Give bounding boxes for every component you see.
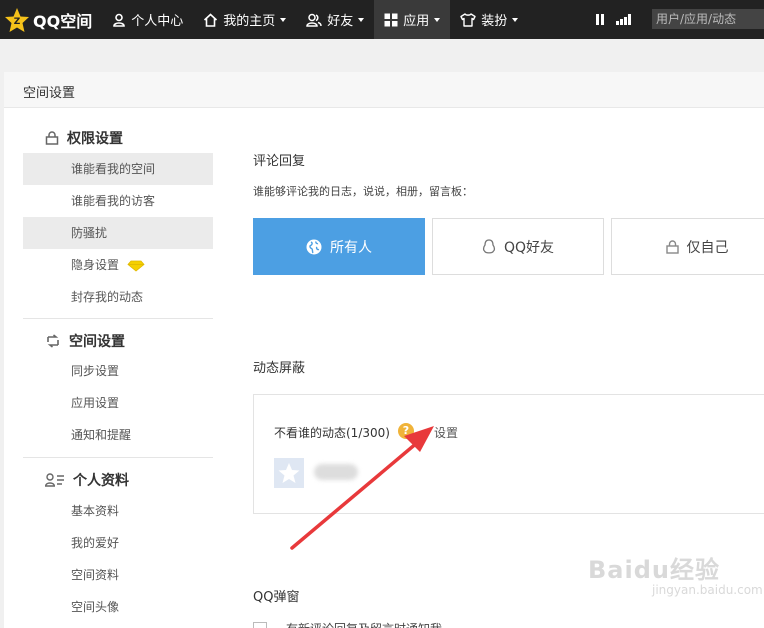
vip-diamond-icon (127, 260, 145, 272)
option-label: QQ好友 (503, 239, 555, 256)
avatar[interactable] (274, 458, 304, 488)
sidebar-item-stealth[interactable]: 隐身设置 (23, 249, 213, 281)
profile-icon (45, 473, 64, 487)
nav-personal-center[interactable]: 个人中心 (102, 0, 193, 39)
sidebar-item-archive-feeds[interactable]: 封存我的动态 (23, 281, 213, 313)
person-icon (113, 13, 126, 27)
nav-label: 个人中心 (131, 14, 184, 29)
sidebar-group-title: 个人资料 (73, 473, 129, 489)
qq-penguin-icon (482, 238, 496, 254)
sidebar-item-label: 防骚扰 (71, 226, 108, 240)
sidebar-group-title: 权限设置 (67, 131, 123, 147)
star-avatar-icon (278, 463, 300, 483)
friends-icon (306, 13, 322, 27)
sidebar-group-permissions: 权限设置 (23, 128, 123, 148)
sidebar-item-notifications[interactable]: 通知和提醒 (23, 419, 213, 451)
sidebar-item-label: 谁能看我的访客 (71, 194, 156, 208)
sidebar-item-sync-settings[interactable]: 同步设置 (23, 355, 213, 387)
option-only-me-button[interactable]: 仅自己 (611, 218, 764, 275)
sidebar-item-label: 空间头像 (71, 600, 120, 614)
chevron-down-icon (358, 17, 365, 22)
nav-dressup[interactable]: 装扮 (450, 0, 528, 39)
feed-block-title: 动态屏蔽 (253, 361, 306, 376)
signal-bars-icon[interactable] (614, 10, 634, 30)
sidebar-item-label: 通知和提醒 (71, 428, 132, 442)
sync-icon (47, 334, 59, 348)
option-label: 所有人 (330, 239, 372, 256)
sidebar-item-space-avatar[interactable]: 空间头像 (23, 591, 213, 623)
sidebar-item-label: 隐身设置 (71, 258, 120, 272)
sidebar-group-title: 空间设置 (69, 334, 125, 350)
sidebar-group-profile: 个人资料 (23, 470, 129, 490)
sidebar-item-label: 空间资料 (71, 568, 120, 582)
apps-grid-icon (384, 13, 398, 26)
sidebar-item-who-can-view-space[interactable]: 谁能看我的空间 (23, 153, 213, 185)
option-qq-friends-button[interactable]: QQ好友 (432, 218, 604, 275)
star-logo-icon: Z (5, 7, 29, 32)
feed-block-box: 不看谁的动态(1/300) ? 设置 (253, 394, 764, 514)
nav-label: 装扮 (481, 14, 508, 29)
watermark-main-text: Baidu经验 (588, 556, 720, 584)
nav-my-home[interactable]: 我的主页 (193, 0, 296, 39)
pause-icon[interactable] (590, 10, 610, 30)
sidebar-item-label: 同步设置 (71, 364, 120, 378)
popup-option-label: 有新评论回复及留言时通知我 (286, 620, 442, 628)
comment-section-desc: 谁能够评论我的日志，说说，相册，留言板： (253, 185, 473, 198)
popup-checkbox[interactable] (253, 622, 267, 628)
blurred-username (314, 464, 358, 480)
page-title: 空间设置 (23, 86, 76, 101)
sidebar-item-label: 谁能看我的空间 (71, 162, 156, 176)
lock-icon (665, 239, 679, 254)
sidebar-item-space-info[interactable]: 空间资料 (23, 559, 213, 591)
nav-label: 好友 (327, 14, 354, 29)
sidebar-item-hobbies[interactable]: 我的爱好 (23, 527, 213, 559)
sidebar-group-space-settings: 空间设置 (23, 331, 125, 351)
baidu-watermark: Baidu经验 jingyan.baidu.com (588, 550, 763, 597)
sidebar-item-app-settings[interactable]: 应用设置 (23, 387, 213, 419)
sidebar-divider (23, 457, 213, 458)
help-icon[interactable]: ? (398, 423, 414, 439)
top-navbar: Z QQ空间 个人中心 我的主页 好友 应用 装扮 (0, 0, 764, 39)
sidebar-item-who-can-view-visitors[interactable]: 谁能看我的访客 (23, 185, 213, 217)
logo-text: QQ空间 (33, 11, 93, 31)
lock-icon (45, 131, 59, 145)
chevron-down-icon (280, 17, 287, 22)
watermark-sub-text: jingyan.baidu.com (652, 583, 763, 597)
chevron-down-icon (434, 17, 441, 22)
search-input[interactable] (652, 9, 764, 29)
nav-label: 我的主页 (223, 14, 276, 29)
popup-section-title: QQ弹窗 (253, 590, 300, 605)
option-label: 仅自己 (686, 239, 729, 256)
sidebar-item-label: 封存我的动态 (71, 290, 144, 304)
home-icon (204, 12, 218, 27)
sidebar-item-label: 应用设置 (71, 396, 120, 410)
svg-text:Z: Z (14, 17, 21, 27)
nav-friends[interactable]: 好友 (296, 0, 374, 39)
qzone-logo[interactable]: Z QQ空间 (0, 0, 102, 39)
sidebar-item-label: 基本资料 (71, 504, 120, 518)
option-everyone-button[interactable]: 所有人 (253, 218, 425, 275)
nav-apps[interactable]: 应用 (374, 0, 451, 39)
panel-header: 空间设置 (4, 72, 764, 108)
nav-label: 应用 (403, 14, 430, 29)
feed-block-settings-link[interactable]: 设置 (434, 424, 458, 441)
tshirt-icon (460, 12, 476, 27)
sidebar-item-anti-harassment[interactable]: 防骚扰 (23, 217, 213, 249)
sidebar-item-label: 我的爱好 (71, 536, 120, 550)
topbar-tools (590, 10, 638, 30)
feed-block-label: 不看谁的动态(1/300) (274, 426, 390, 440)
sidebar-item-basic-info[interactable]: 基本资料 (23, 495, 213, 527)
globe-icon (306, 239, 322, 254)
comment-section-title: 评论回复 (253, 154, 306, 169)
chevron-down-icon (512, 17, 519, 22)
sidebar-divider (23, 318, 213, 319)
